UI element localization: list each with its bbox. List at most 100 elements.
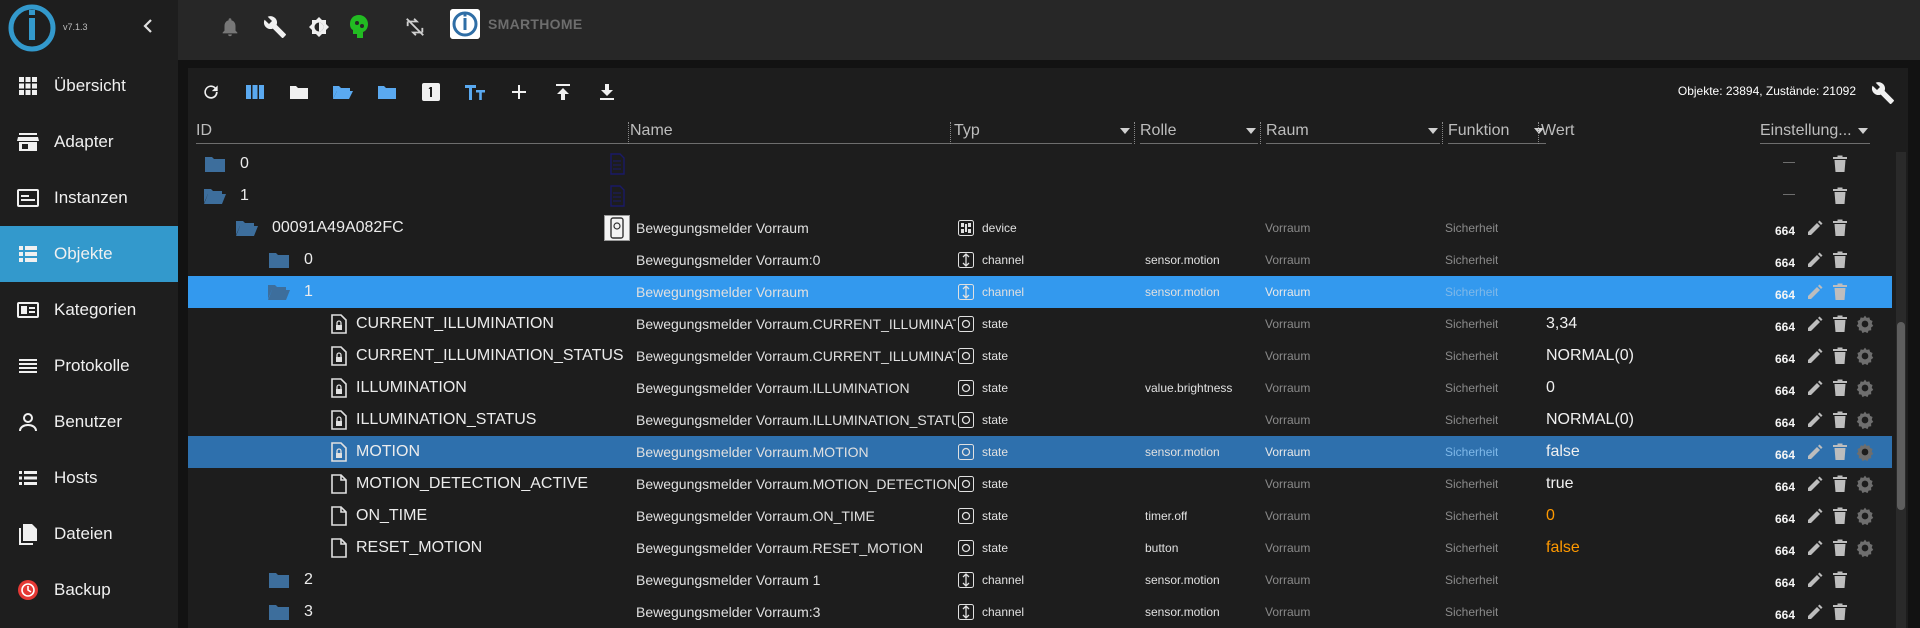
folder-open-icon[interactable]: [202, 185, 228, 207]
row-acl[interactable]: 664: [1775, 215, 1795, 247]
sidebar-item-backup[interactable]: Backup: [0, 562, 178, 618]
delete-icon[interactable]: [1829, 281, 1851, 303]
row-function[interactable]: Sicherheit: [1445, 436, 1498, 468]
row-role[interactable]: sensor.motion: [1145, 596, 1220, 628]
row-room[interactable]: Vorraum: [1265, 500, 1310, 532]
row-value[interactable]: 0: [1546, 372, 1555, 404]
delete-icon[interactable]: [1829, 409, 1851, 431]
refresh-icon[interactable]: [198, 79, 224, 105]
row-acl[interactable]: 664: [1775, 503, 1795, 535]
row-acl[interactable]: 664: [1775, 279, 1795, 311]
row-role[interactable]: value.brightness: [1145, 372, 1232, 404]
gear-icon[interactable]: [1854, 441, 1876, 463]
gear-icon[interactable]: [1854, 313, 1876, 335]
row-function[interactable]: Sicherheit: [1445, 212, 1498, 244]
row-value[interactable]: false: [1546, 532, 1580, 564]
column-resizer[interactable]: [1134, 122, 1136, 144]
edit-icon[interactable]: [1804, 601, 1826, 623]
gear-icon[interactable]: [1854, 377, 1876, 399]
file-icon[interactable]: [326, 473, 352, 495]
file-lock-icon[interactable]: [326, 345, 352, 367]
tree-row[interactable]: 00091A49A082FC Bewegungsmelder Vorraum dev…: [188, 212, 1892, 244]
expert-mode-icon[interactable]: [344, 12, 374, 42]
gear-icon[interactable]: [1854, 505, 1876, 527]
edit-icon[interactable]: [1804, 345, 1826, 367]
row-room[interactable]: Vorraum: [1265, 468, 1310, 500]
row-room[interactable]: Vorraum: [1265, 532, 1310, 564]
sidebar-item-benutzer[interactable]: Benutzer: [0, 394, 178, 450]
row-name[interactable]: Bewegungsmelder Vorraum.ILLUMINATION: [636, 372, 956, 404]
edit-icon[interactable]: [1804, 473, 1826, 495]
row-role[interactable]: sensor.motion: [1145, 244, 1220, 276]
folder-open-icon[interactable]: [266, 281, 292, 303]
file-icon[interactable]: [326, 537, 352, 559]
row-name[interactable]: Bewegungsmelder Vorraum.CURRENT_ILLUMINA…: [636, 308, 956, 340]
row-value[interactable]: NORMAL(0): [1546, 340, 1634, 372]
tree-row[interactable]: 2 Bewegungsmelder Vorraum 1 channel sensor.…: [188, 564, 1892, 596]
column-role[interactable]: Rolle: [1140, 122, 1258, 144]
iobroker-logo[interactable]: [8, 4, 56, 52]
sidebar-item-kategorien[interactable]: Kategorien: [0, 282, 178, 338]
vertical-scrollbar[interactable]: [1896, 152, 1906, 628]
column-resizer[interactable]: [1260, 122, 1262, 144]
delete-icon[interactable]: [1829, 185, 1851, 207]
delete-icon[interactable]: [1829, 505, 1851, 527]
row-name[interactable]: Bewegungsmelder Vorraum:0: [636, 244, 956, 276]
row-function[interactable]: Sicherheit: [1445, 340, 1498, 372]
tree-row[interactable]: CURRENT_ILLUMINATION Bewegungsmelder Vorr…: [188, 308, 1892, 340]
delete-icon[interactable]: [1829, 441, 1851, 463]
row-value[interactable]: NORMAL(0): [1546, 404, 1634, 436]
gear-icon[interactable]: [1854, 537, 1876, 559]
sidebar-item-protokolle[interactable]: Protokolle: [0, 338, 178, 394]
row-role[interactable]: timer.off: [1145, 500, 1187, 532]
column-value[interactable]: Wert: [1541, 122, 1761, 144]
tree-row[interactable]: 1: [188, 180, 1892, 212]
row-name[interactable]: Bewegungsmelder Vorraum: [636, 276, 956, 308]
row-value[interactable]: false: [1546, 436, 1580, 468]
row-room[interactable]: Vorraum: [1265, 596, 1310, 628]
chevron-left-icon[interactable]: [138, 14, 158, 38]
folder-icon[interactable]: [266, 601, 292, 623]
tree-row[interactable]: ILLUMINATION_STATUS Bewegungsmelder Vorra…: [188, 404, 1892, 436]
settings-wrench-icon[interactable]: [1868, 78, 1898, 108]
tree-row[interactable]: MOTION Bewegungsmelder Vorraum.MOTION stat…: [188, 436, 1892, 468]
tree-row[interactable]: 0: [188, 148, 1892, 180]
row-role[interactable]: sensor.motion: [1145, 564, 1220, 596]
column-id[interactable]: ID: [196, 122, 634, 144]
row-room[interactable]: Vorraum: [1265, 404, 1310, 436]
row-function[interactable]: Sicherheit: [1445, 276, 1498, 308]
tree-row[interactable]: MOTION_DETECTION_ACTIVE Bewegungsmelder V…: [188, 468, 1892, 500]
folder-icon[interactable]: [266, 569, 292, 591]
row-room[interactable]: Vorraum: [1265, 244, 1310, 276]
row-function[interactable]: Sicherheit: [1445, 500, 1498, 532]
file-lock-icon[interactable]: [326, 441, 352, 463]
column-type[interactable]: Typ: [954, 122, 1132, 144]
gear-icon[interactable]: [1854, 345, 1876, 367]
row-name[interactable]: [636, 148, 956, 180]
delete-icon[interactable]: [1829, 473, 1851, 495]
tree-row[interactable]: ILLUMINATION Bewegungsmelder Vorraum.ILLU…: [188, 372, 1892, 404]
delete-icon[interactable]: [1829, 377, 1851, 399]
folder-open-icon[interactable]: [234, 217, 260, 239]
row-acl[interactable]: 664: [1775, 407, 1795, 439]
edit-icon[interactable]: [1804, 377, 1826, 399]
delete-icon[interactable]: [1829, 249, 1851, 271]
row-name[interactable]: Bewegungsmelder Vorraum.ON_TIME: [636, 500, 956, 532]
edit-icon[interactable]: [1804, 505, 1826, 527]
scrollbar-thumb[interactable]: [1897, 322, 1905, 510]
edit-icon[interactable]: [1804, 441, 1826, 463]
delete-icon[interactable]: [1829, 537, 1851, 559]
row-acl[interactable]: 664: [1775, 375, 1795, 407]
sidebar-item-adapter[interactable]: Adapter: [0, 114, 178, 170]
edit-icon[interactable]: [1804, 217, 1826, 239]
row-room[interactable]: Vorraum: [1265, 436, 1310, 468]
sidebar-item-instanzen[interactable]: Instanzen: [0, 170, 178, 226]
row-name[interactable]: Bewegungsmelder Vorraum.CURRENT_ILLUMINA…: [636, 340, 956, 372]
folder-collapse-icon[interactable]: [374, 79, 400, 105]
row-function[interactable]: Sicherheit: [1445, 244, 1498, 276]
row-name[interactable]: [636, 180, 956, 212]
column-resizer[interactable]: [1442, 122, 1444, 144]
row-value[interactable]: 3,34: [1546, 308, 1577, 340]
text-size-icon[interactable]: [462, 79, 488, 105]
edit-icon[interactable]: [1804, 281, 1826, 303]
